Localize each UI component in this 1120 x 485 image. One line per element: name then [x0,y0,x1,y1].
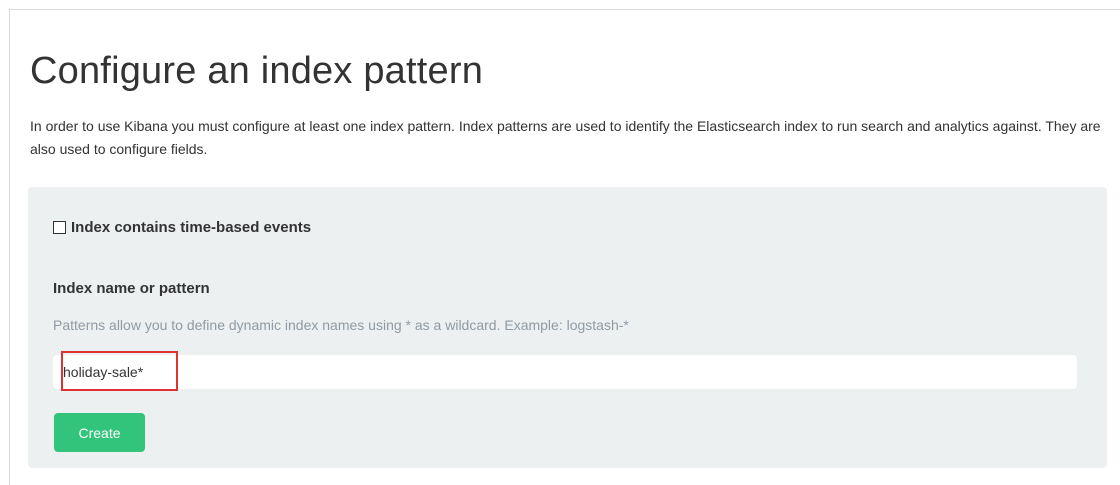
index-name-label: Index name or pattern [53,280,210,297]
time-based-events-label: Index contains time-based events [71,219,312,236]
intro-text: In order to use Kibana you must configur… [30,118,1101,157]
time-based-events-option[interactable]: Index contains time-based events [53,219,311,236]
content-frame: Configure an index pattern In order to u… [9,9,1120,485]
time-based-events-checkbox[interactable] [53,221,66,234]
create-button[interactable]: Create [54,413,145,452]
index-pattern-input[interactable] [53,355,1077,389]
page-title: Configure an index pattern [30,50,484,92]
index-pattern-help-text: Patterns allow you to define dynamic ind… [53,317,629,333]
index-pattern-form-panel: Index contains time-based events Index n… [28,187,1107,468]
